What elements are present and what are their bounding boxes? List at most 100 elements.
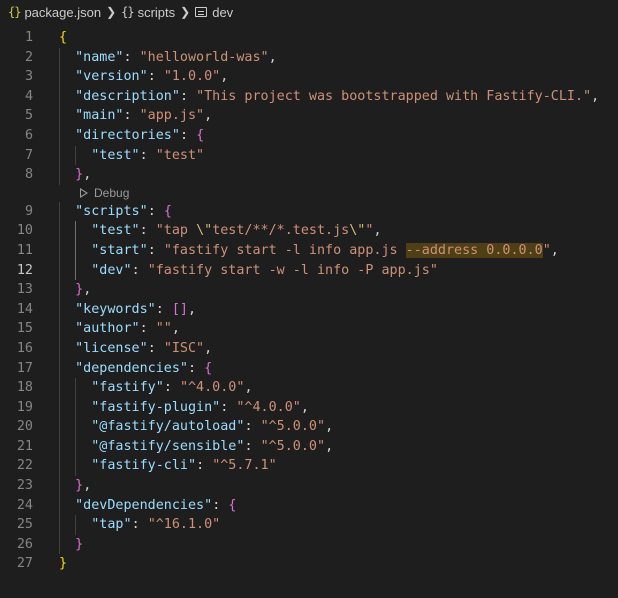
code-token: test/**/*.test.js	[212, 223, 350, 239]
code-line[interactable]: 16 "license": "ISC",	[0, 338, 618, 359]
code-text: "start": "fastify start -l info app.js -…	[59, 241, 559, 261]
code-text: "devDependencies": {	[59, 496, 236, 516]
line-number: 19	[16, 399, 33, 415]
code-token: \"	[349, 223, 366, 239]
line-number: 24	[16, 497, 33, 513]
code-token: ,	[550, 242, 559, 258]
line-number: 9	[24, 203, 33, 219]
code-token: "helloworld-was"	[139, 49, 269, 65]
code-line[interactable]: 13 },	[0, 280, 618, 300]
code-token: ,	[220, 69, 229, 85]
code-token: "start"	[91, 242, 148, 258]
code-line[interactable]: 25 "tap": "^16.1.0"	[0, 515, 618, 535]
code-token: --address 0.0.0.0	[405, 242, 543, 258]
line-number: 11	[16, 242, 33, 258]
code-token: :	[220, 399, 237, 415]
code-token: "directories"	[75, 127, 180, 143]
breadcrumb-section-label: scripts	[137, 4, 176, 20]
breadcrumb-section[interactable]: {} scripts	[121, 5, 175, 20]
code-line[interactable]: 4 "description": "This project was boots…	[0, 86, 618, 107]
code-token: ,	[171, 321, 180, 337]
code-token: "tap	[155, 223, 197, 239]
code-line[interactable]: 1{	[0, 28, 618, 48]
code-line[interactable]: 18 "fastify": "^4.0.0",	[0, 378, 618, 398]
line-number: 16	[16, 340, 33, 356]
code-token: "description"	[75, 88, 180, 104]
debug-play-icon	[80, 188, 88, 199]
code-token: }	[75, 167, 84, 183]
code-line[interactable]: 7 "test": "test"	[0, 145, 618, 166]
code-token: "license"	[75, 340, 148, 356]
code-token: "test"	[91, 147, 140, 163]
debug-codelens-link[interactable]: Debug	[80, 185, 129, 202]
code-token: "main"	[75, 108, 124, 124]
breadcrumb-file-label: package.json	[24, 4, 102, 20]
code-text: "main": "app.js",	[59, 106, 212, 126]
code-line[interactable]: 17 "dependencies": {	[0, 358, 618, 379]
code-token: {	[228, 497, 237, 513]
breadcrumb-item[interactable]: dev	[195, 5, 233, 20]
codelens-debug[interactable]: Debug	[0, 185, 618, 202]
code-line[interactable]: 10 "test": "tap \"test/**/*.test.js\"",	[0, 221, 618, 241]
code-token: }	[75, 478, 84, 494]
code-line[interactable]: 3 "version": "1.0.0",	[0, 67, 618, 87]
line-number: 23	[16, 478, 33, 494]
code-line[interactable]: 14 "keywords": [],	[0, 299, 618, 320]
code-text: "keywords": [],	[59, 300, 196, 320]
code-token: :	[147, 340, 164, 356]
code-token: ,	[204, 340, 213, 356]
code-token: :	[123, 49, 140, 65]
code-token: ,	[373, 223, 382, 239]
line-number: 8	[24, 167, 33, 183]
code-line[interactable]: 15 "author": "",	[0, 319, 618, 339]
code-text: "tap": "^16.1.0"	[59, 515, 220, 535]
code-line[interactable]: 22 "fastify-cli": "^5.7.1"	[0, 456, 618, 477]
line-number: 26	[16, 536, 33, 552]
code-token: \"	[196, 223, 213, 239]
code-editor[interactable]: 1{2 "name": "helloworld-was", 3 "version"…	[0, 28, 618, 574]
code-token: }	[59, 556, 68, 572]
code-token: "This project was bootstrapped with Fast…	[196, 88, 592, 104]
code-token: []	[171, 301, 188, 317]
code-line[interactable]: 24 "devDependencies": {	[0, 495, 618, 516]
code-text: }	[59, 535, 83, 555]
code-token: ,	[83, 167, 92, 183]
code-token: "^5.0.0"	[260, 438, 326, 454]
code-text: "scripts": {	[59, 202, 172, 222]
code-token: }	[75, 536, 84, 552]
line-number: 3	[24, 69, 33, 85]
code-line[interactable]: 26 }	[0, 534, 618, 555]
code-token: "keywords"	[75, 301, 156, 317]
code-line[interactable]: 6 "directories": {	[0, 125, 618, 146]
code-line[interactable]: 21 "@fastify/sensible": "^5.0.0",	[0, 436, 618, 457]
code-line[interactable]: 12 "dev": "fastify start -w -l info -P a…	[0, 260, 618, 281]
code-line[interactable]: 27}	[0, 554, 618, 574]
code-line[interactable]: 5 "main": "app.js",	[0, 106, 618, 126]
code-token: :	[196, 458, 213, 474]
code-token: "dev"	[91, 262, 132, 278]
line-number: 1	[24, 30, 33, 45]
code-line[interactable]: 19 "fastify-plugin": "^4.0.0",	[0, 397, 618, 418]
line-number: 7	[24, 147, 33, 163]
code-token: "	[542, 242, 551, 258]
code-line[interactable]: 11 "start": "fastify start -l info app.j…	[0, 240, 618, 261]
code-line[interactable]: 8 },	[0, 165, 618, 185]
code-token: ,	[268, 49, 277, 65]
breadcrumb-file[interactable]: {} package.json	[8, 5, 101, 20]
code-token: :	[131, 262, 148, 278]
code-line[interactable]: 23 },	[0, 476, 618, 496]
code-token: "fastify-cli"	[91, 458, 197, 474]
code-token: ,	[244, 380, 253, 396]
line-number: 13	[16, 282, 33, 298]
code-line[interactable]: 9 "scripts": {	[0, 201, 618, 222]
line-number: 27	[16, 556, 33, 572]
code-line[interactable]: 2 "name": "helloworld-was",	[0, 47, 618, 68]
code-token: ,	[83, 478, 92, 494]
code-line[interactable]: 20 "@fastify/autoload": "^5.0.0",	[0, 417, 618, 437]
